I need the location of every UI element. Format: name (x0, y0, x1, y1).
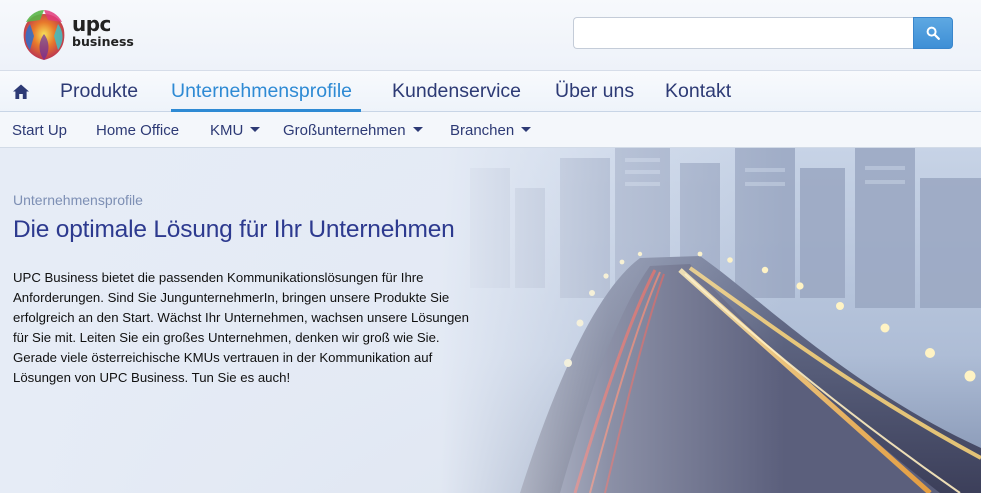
hero-body-text: UPC Business bietet die passenden Kommun… (13, 270, 469, 385)
caret-down-icon (521, 127, 532, 132)
upc-logo-icon (23, 10, 65, 60)
home-icon[interactable] (12, 83, 30, 101)
subnav-item-start-up[interactable]: Start Up (12, 122, 67, 139)
logo-upc-text: upc (72, 12, 111, 36)
subnav-label: Home Office (96, 122, 180, 139)
subnav-label: KMU (210, 122, 244, 139)
subnav-label: Branchen (450, 122, 515, 139)
subnav-item-branchen[interactable]: Branchen (450, 122, 532, 139)
search-input[interactable] (573, 17, 914, 49)
upc-business-logo[interactable]: upc business (18, 6, 148, 64)
logo-business-text: business (72, 34, 134, 49)
subnav-item-home-office[interactable]: Home Office (96, 122, 179, 139)
nav-item-produkte[interactable]: Produkte (60, 80, 138, 103)
hero-kicker: Unternehmensprofile (13, 192, 143, 208)
sub-navigation: Start Up Home Office KMU Großunternehmen… (0, 112, 981, 148)
search-bar (573, 17, 953, 49)
logo-wordmark: upc business (72, 14, 134, 49)
site-header: upc business (0, 0, 981, 70)
hero-banner: Unternehmensprofile Die optimale Lösung … (0, 148, 981, 493)
nav-item-kundenservice[interactable]: Kundenservice (392, 80, 521, 103)
caret-down-icon (250, 127, 261, 132)
hero-headline: Die optimale Lösung für Ihr Unternehmen (13, 216, 455, 243)
search-button[interactable] (913, 17, 953, 49)
nav-item-unternehmensprofile[interactable]: Unternehmensprofile (171, 80, 352, 103)
nav-item-kontakt[interactable]: Kontakt (665, 80, 731, 103)
subnav-item-kmu[interactable]: KMU (210, 122, 261, 139)
subnav-item-grossunternehmen[interactable]: Großunternehmen (283, 122, 423, 139)
main-navigation: Produkte Unternehmensprofile Kundenservi… (0, 70, 981, 112)
subnav-label: Start Up (12, 122, 68, 139)
search-icon (926, 26, 940, 40)
subnav-label: Großunternehmen (283, 122, 406, 139)
nav-item-ueber-uns[interactable]: Über uns (555, 80, 634, 103)
caret-down-icon (412, 127, 423, 132)
